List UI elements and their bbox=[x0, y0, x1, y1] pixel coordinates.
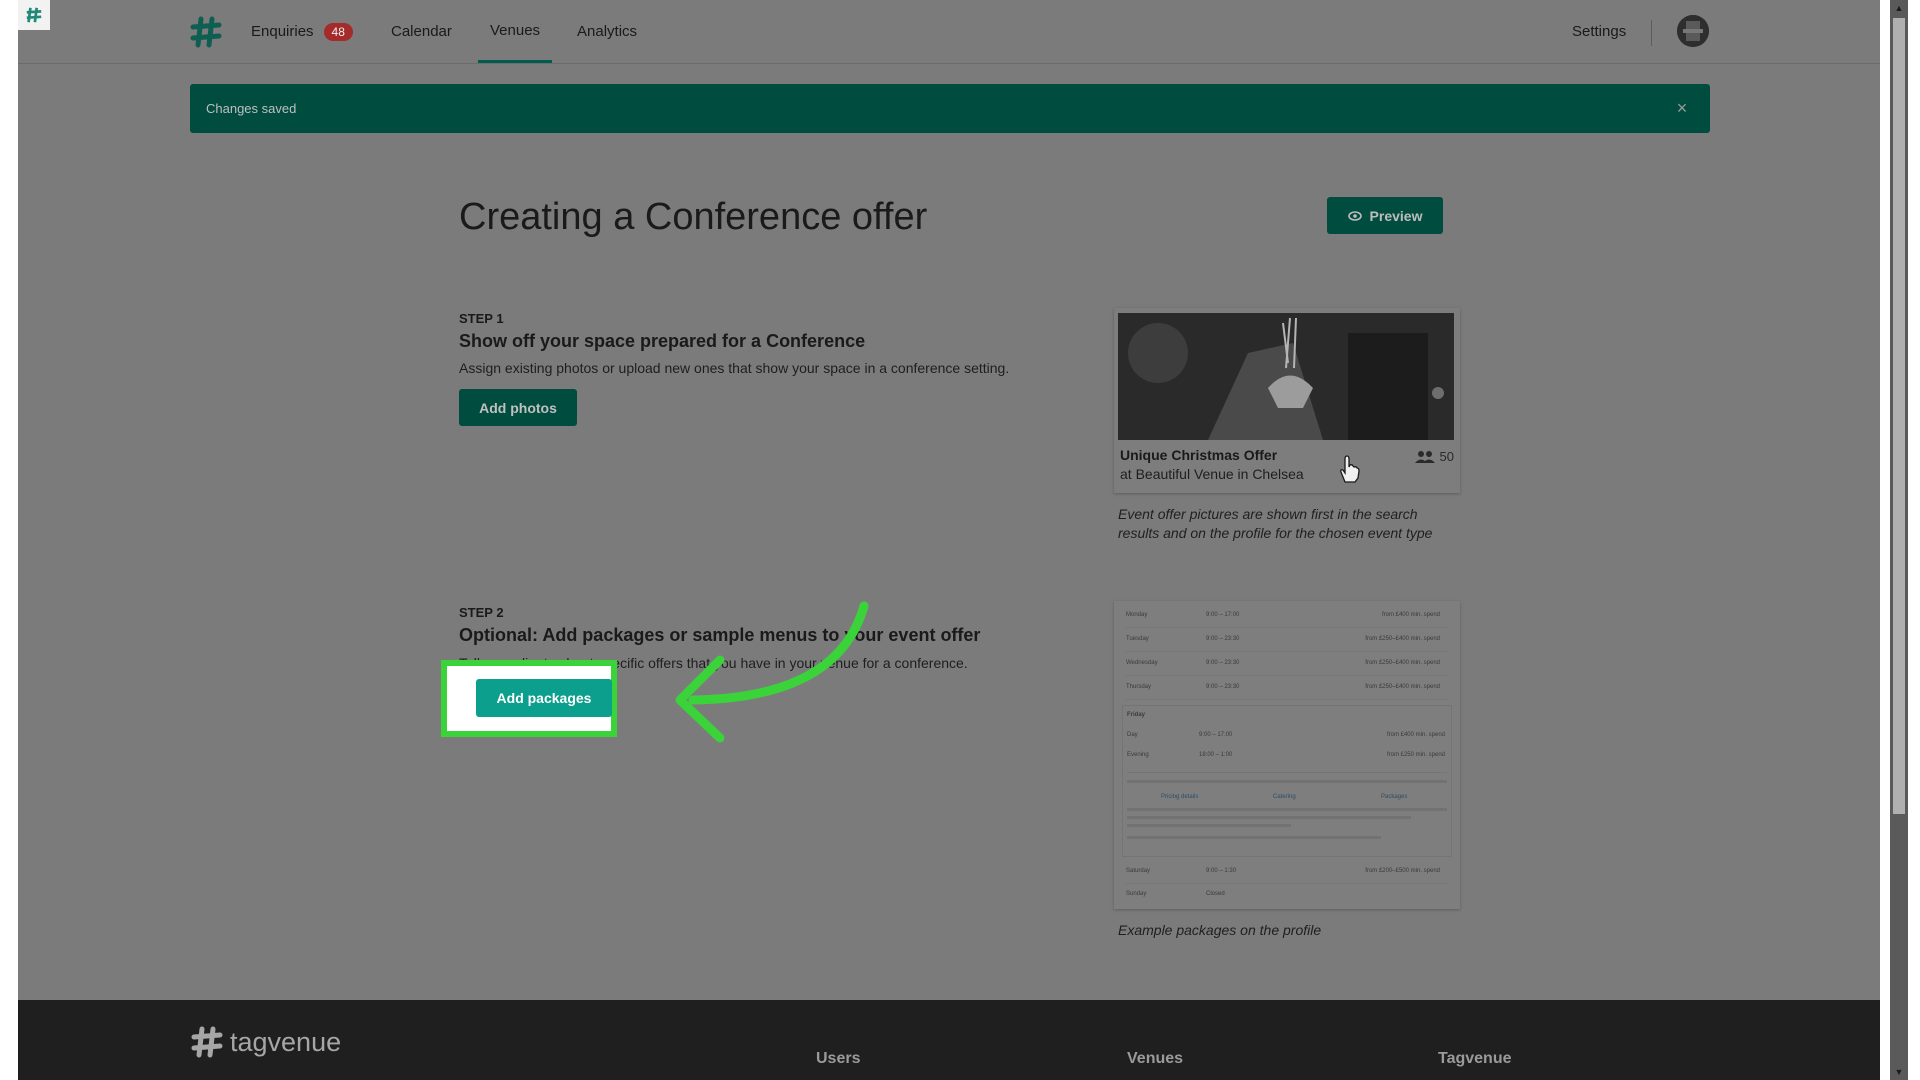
pkg-row: Wednesday 9:00 – 23:30 from £250–£400 mi… bbox=[1126, 653, 1448, 676]
offer-photo bbox=[1118, 313, 1454, 440]
vertical-scrollbar[interactable]: ▲ ▼ bbox=[1890, 0, 1908, 1080]
footer: tagvenue Users Venues Tagvenue bbox=[18, 1000, 1880, 1080]
pkg-row: Saturday 9:00 – 1:30 from £200–£500 min.… bbox=[1126, 861, 1448, 884]
nav-analytics[interactable]: Analytics bbox=[577, 0, 637, 63]
add-photos-button[interactable]: Add photos bbox=[459, 389, 577, 426]
pkg-row: Tuesday 9:00 – 23:30 from £250–£400 min.… bbox=[1126, 629, 1448, 652]
people-icon bbox=[1414, 451, 1435, 463]
step1-label: STEP 1 bbox=[459, 311, 504, 326]
step1-description: Assign existing photos or upload new one… bbox=[459, 360, 1010, 376]
preview-button[interactable]: Preview bbox=[1327, 197, 1443, 234]
page-title: Creating a Conference offer bbox=[459, 196, 928, 238]
nav-enquiries[interactable]: Enquiries 48 bbox=[251, 0, 353, 63]
offer-caption-line2: results and on the profile for the chose… bbox=[1118, 525, 1433, 541]
footer-tagvenue-heading: Tagvenue bbox=[1438, 1050, 1512, 1067]
add-packages-button[interactable]: Add packages bbox=[476, 679, 612, 717]
success-alert: Changes saved × bbox=[190, 84, 1710, 133]
scroll-up-icon[interactable]: ▲ bbox=[1890, 0, 1908, 16]
tagvenue-logo-icon[interactable] bbox=[190, 16, 222, 48]
scroll-down-icon[interactable]: ▼ bbox=[1890, 1064, 1908, 1080]
preview-label: Preview bbox=[1369, 207, 1423, 224]
footer-venues-heading: Venues bbox=[1127, 1050, 1184, 1067]
packages-preview-card: Monday 9:00 – 17:00 from £400 min. spend… bbox=[1114, 601, 1460, 909]
capacity-indicator: 50 bbox=[1414, 449, 1454, 464]
footer-users-heading: Users bbox=[816, 1050, 861, 1067]
page-overlay: Enquiries 48 Calendar Venues Analytics S… bbox=[18, 0, 1880, 1080]
alert-message: Changes saved bbox=[206, 101, 297, 116]
tagvenue-logo-icon bbox=[191, 1026, 223, 1058]
step1-title: Show off your space prepared for a Confe… bbox=[459, 331, 866, 351]
pkg-row: Thursday 9:00 – 23:30 from £250–£400 min… bbox=[1126, 677, 1448, 700]
nav-settings[interactable]: Settings bbox=[1572, 0, 1626, 63]
top-navigation: Enquiries 48 Calendar Venues Analytics S… bbox=[18, 0, 1880, 64]
nav-calendar[interactable]: Calendar bbox=[391, 0, 452, 63]
user-avatar[interactable] bbox=[1677, 15, 1709, 47]
step2-label: STEP 2 bbox=[459, 605, 504, 620]
footer-logo[interactable]: tagvenue bbox=[190, 1026, 341, 1058]
nav-enquiries-label: Enquiries bbox=[251, 23, 314, 40]
nav-divider bbox=[1651, 20, 1652, 46]
nav-venues[interactable]: Venues bbox=[478, 0, 553, 63]
footer-brand: tagvenue bbox=[230, 1026, 342, 1057]
pkg-row: Sunday Closed bbox=[1126, 891, 1225, 897]
packages-caption: Example packages on the profile bbox=[1118, 922, 1322, 938]
offer-title: Unique Christmas Offer bbox=[1120, 447, 1278, 463]
hand-pointer-icon bbox=[1340, 455, 1360, 483]
pkg-row: Monday 9:00 – 17:00 from £400 min. spend bbox=[1126, 605, 1448, 628]
offer-preview-card: Unique Christmas Offer at Beautiful Venu… bbox=[1114, 308, 1460, 493]
green-arrow-annotation bbox=[675, 601, 869, 743]
offer-subtitle: at Beautiful Venue in Chelsea bbox=[1120, 466, 1304, 482]
eye-icon bbox=[1347, 210, 1362, 221]
enquiries-count-badge: 48 bbox=[323, 22, 353, 41]
offer-caption-line1: Event offer pictures are shown first in … bbox=[1118, 506, 1418, 522]
scroll-thumb[interactable] bbox=[1893, 18, 1905, 814]
close-icon[interactable]: × bbox=[1672, 98, 1692, 118]
capacity-value: 50 bbox=[1439, 449, 1454, 464]
pkg-friday-panel: Friday Day 9:00 – 17:00 from £400 min. s… bbox=[1122, 705, 1452, 857]
